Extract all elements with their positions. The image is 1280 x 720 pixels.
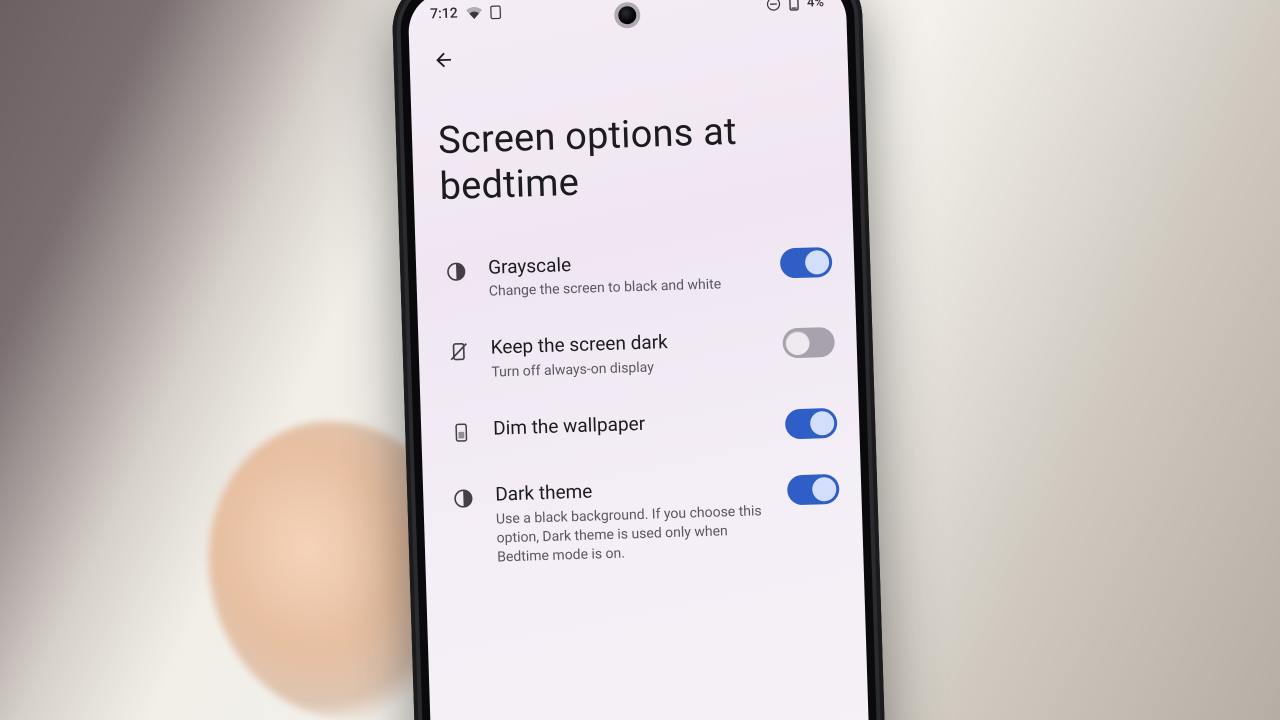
row-title: Dim the wallpaper bbox=[493, 408, 768, 440]
toggle-dark-theme[interactable] bbox=[787, 474, 840, 506]
wifi-icon bbox=[466, 7, 482, 19]
phone: 7:12 bbox=[391, 0, 889, 720]
row-keep-screen-dark[interactable]: Keep the screen dark Turn off always-on … bbox=[424, 309, 852, 403]
back-button[interactable] bbox=[421, 37, 466, 82]
row-dark-theme[interactable]: Dark theme Use a black background. If yo… bbox=[428, 455, 858, 587]
settings-list: Grayscale Change the screen to black and… bbox=[415, 228, 864, 587]
battery-icon bbox=[789, 0, 799, 11]
row-subtitle: Use a black background. If you choose th… bbox=[496, 502, 772, 567]
arrow-left-icon bbox=[432, 49, 455, 72]
dnd-icon bbox=[766, 0, 781, 11]
phone-screen: 7:12 bbox=[407, 0, 872, 720]
page-title: Screen options at bedtime bbox=[410, 71, 853, 241]
toggle-grayscale[interactable] bbox=[780, 247, 833, 279]
contrast-half-icon bbox=[442, 256, 471, 283]
dark-theme-icon bbox=[449, 483, 478, 510]
toggle-dim-wallpaper[interactable] bbox=[785, 408, 838, 440]
row-subtitle: Change the screen to black and white bbox=[489, 275, 763, 302]
toggle-keep-screen-dark[interactable] bbox=[782, 327, 835, 359]
row-subtitle: Turn off always-on display bbox=[491, 355, 765, 382]
screen-off-icon bbox=[444, 337, 473, 364]
status-battery: 4% bbox=[807, 0, 824, 10]
photo-backdrop: 7:12 bbox=[0, 0, 1280, 720]
row-title: Grayscale bbox=[488, 247, 763, 279]
row-title: Keep the screen dark bbox=[490, 327, 765, 359]
wallpaper-icon bbox=[447, 417, 476, 444]
row-grayscale[interactable]: Grayscale Change the screen to black and… bbox=[421, 228, 849, 322]
row-title: Dark theme bbox=[495, 474, 770, 506]
sim-icon bbox=[489, 5, 500, 19]
status-time: 7:12 bbox=[430, 6, 458, 23]
